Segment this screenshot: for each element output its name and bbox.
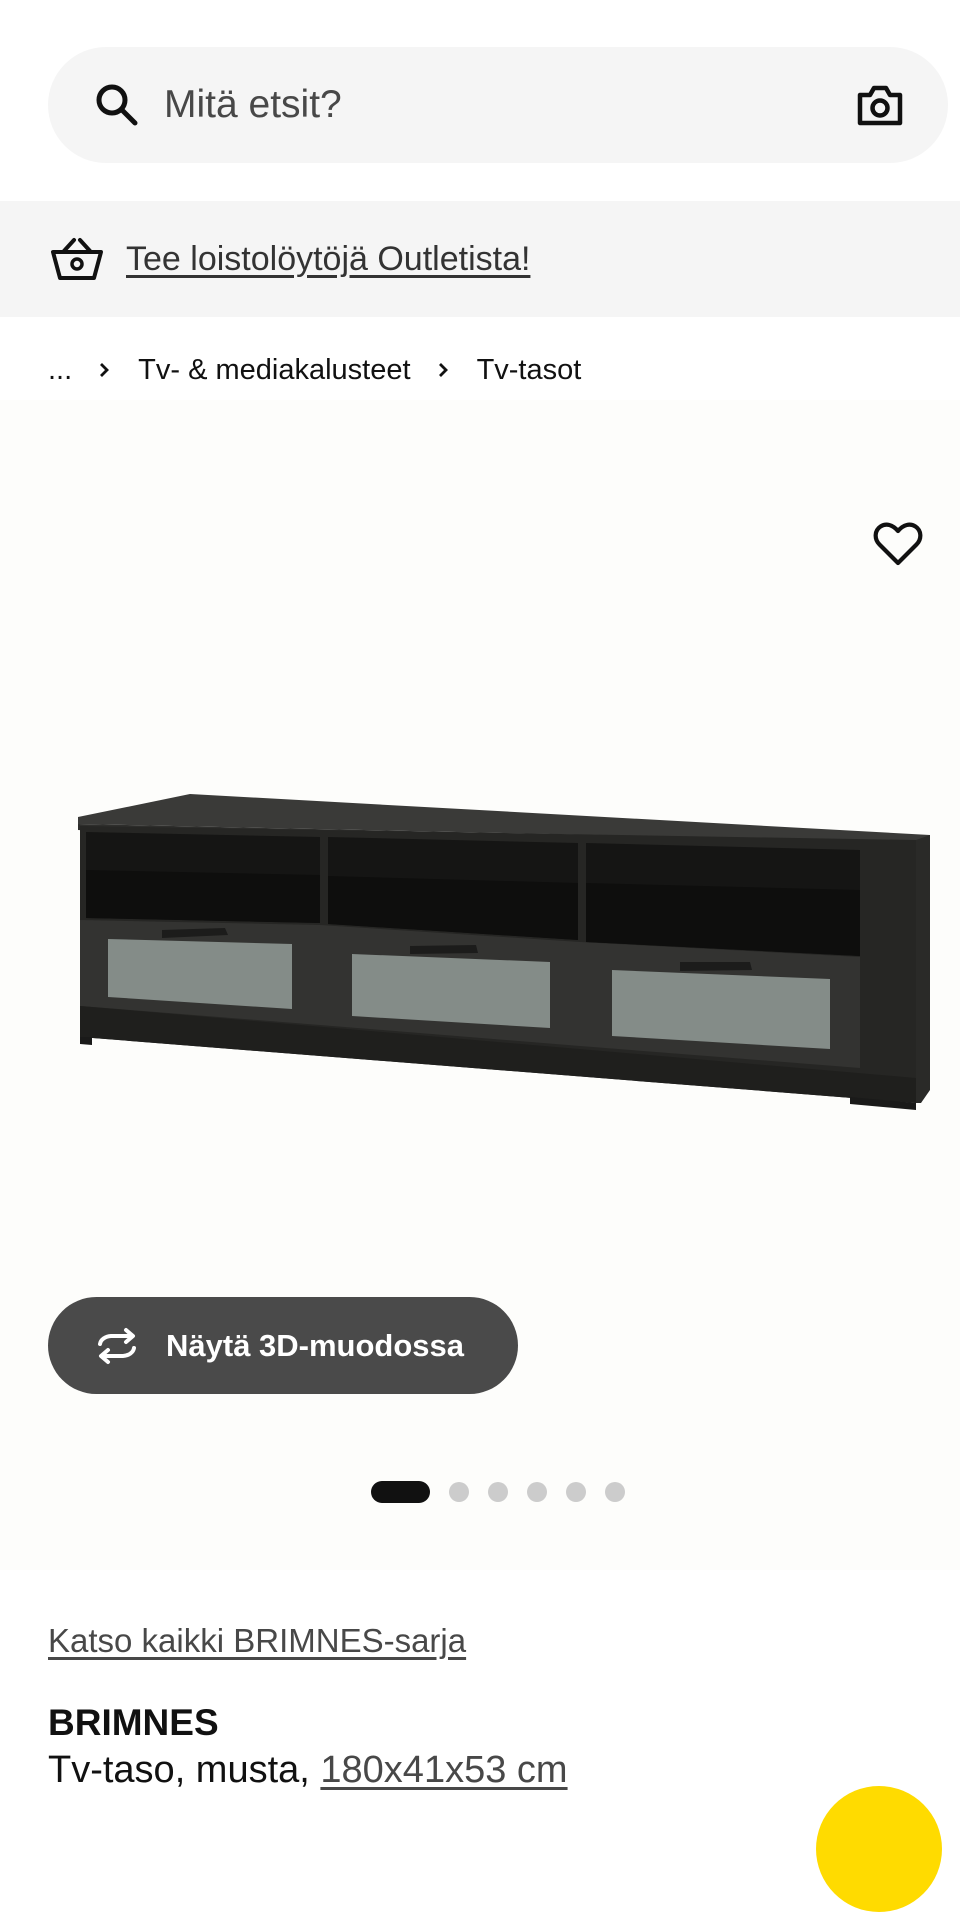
series-link[interactable]: Katso kaikki BRIMNES-sarja — [48, 1622, 466, 1660]
image-carousel-indicator — [371, 1481, 644, 1503]
carousel-dot[interactable] — [527, 1482, 547, 1502]
outlet-promo-banner[interactable]: Tee loistolöytöjä Outletista! — [0, 201, 960, 317]
rotate-icon — [98, 1327, 136, 1364]
view-3d-label: Näytä 3D-muodossa — [166, 1327, 465, 1363]
search-input[interactable] — [164, 75, 856, 135]
product-type-color: Tv-taso, musta, — [48, 1749, 321, 1791]
carousel-dot-active[interactable] — [371, 1481, 430, 1503]
search-bar[interactable] — [48, 47, 948, 163]
search-bar-container — [48, 47, 948, 163]
basket-icon — [51, 238, 103, 280]
carousel-dot[interactable] — [605, 1482, 625, 1502]
carousel-dot[interactable] — [566, 1482, 586, 1502]
camera-icon[interactable] — [856, 83, 904, 127]
view-3d-button[interactable]: Näytä 3D-muodossa — [48, 1297, 518, 1394]
breadcrumb: ... Tv- & mediakalusteet Tv-tasot — [48, 350, 581, 390]
carousel-dot[interactable] — [488, 1482, 508, 1502]
product-image-tv-bench — [78, 794, 930, 1110]
carousel-dot[interactable] — [449, 1482, 469, 1502]
product-gallery[interactable]: Näytä 3D-muodossa — [0, 400, 960, 1570]
chevron-right-icon — [438, 363, 448, 377]
chevron-right-icon — [100, 363, 110, 377]
outlet-promo-link[interactable]: Tee loistolöytöjä Outletista! — [126, 240, 530, 279]
search-icon[interactable] — [94, 82, 140, 128]
breadcrumb-item-tv-media[interactable]: Tv- & mediakalusteet — [138, 354, 410, 387]
heart-icon[interactable] — [873, 521, 923, 567]
floating-action-button[interactable] — [816, 1786, 942, 1912]
product-name: BRIMNES — [48, 1702, 219, 1743]
product-description: Tv-taso, musta, 180x41x53 cm — [48, 1749, 568, 1792]
product-size-link[interactable]: 180x41x53 cm — [320, 1749, 567, 1791]
breadcrumb-item-tv-tasot[interactable]: Tv-tasot — [477, 354, 582, 387]
breadcrumb-item-ellipsis[interactable]: ... — [48, 354, 72, 387]
